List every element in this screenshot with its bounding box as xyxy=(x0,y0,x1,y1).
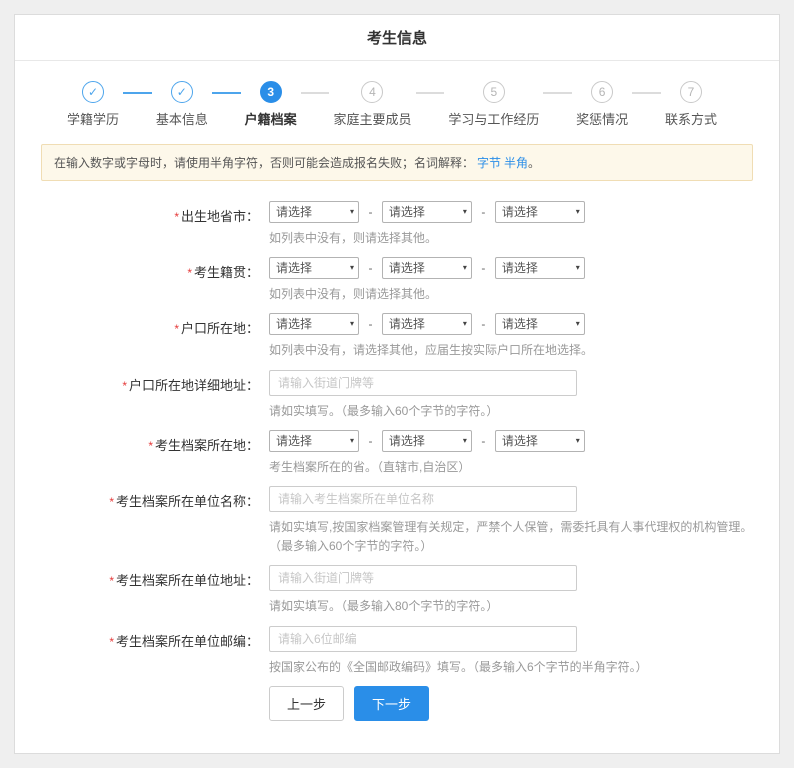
native-city-select[interactable]: 请选择 xyxy=(382,257,472,279)
step-label: 家庭主要成员 xyxy=(333,109,411,128)
candidate-info-card: 考生信息 ✓ 学籍学历 ✓ 基本信息 3 户籍档案 4 家庭主要成员 5 学习与… xyxy=(14,14,780,754)
field-label: *户口所在地： xyxy=(15,313,259,360)
required-asterisk: * xyxy=(122,379,127,393)
byte-term-link[interactable]: 字节 xyxy=(477,156,501,170)
select-separator: - xyxy=(368,434,372,448)
required-asterisk: * xyxy=(109,574,114,588)
select-separator: - xyxy=(481,205,485,219)
step-label: 联系方式 xyxy=(665,109,717,128)
form-row-native-place: *考生籍贯： 请选择▾ - 请选择▾ - 请选择▾ 如列表中没有，则请选择其他。 xyxy=(15,257,779,304)
step-check-icon: ✓ xyxy=(171,81,193,103)
field-label: *考生籍贯： xyxy=(15,257,259,304)
step-label: 奖惩情况 xyxy=(576,109,628,128)
archive-unit-name-input[interactable] xyxy=(269,486,577,512)
select-separator: - xyxy=(481,317,485,331)
notice-text: 在输入数字或字母时，请使用半角字符，否则可能会造成报名失败；名词解释： xyxy=(54,156,474,170)
required-asterisk: * xyxy=(187,266,192,280)
page-title: 考生信息 xyxy=(15,15,779,61)
birthplace-city-select[interactable]: 请选择 xyxy=(382,201,472,223)
step-label: 基本信息 xyxy=(156,109,208,128)
step-connector xyxy=(123,92,152,94)
field-label: *考生档案所在单位名称： xyxy=(15,486,259,556)
select-separator: - xyxy=(481,261,485,275)
birthplace-district-select[interactable]: 请选择 xyxy=(495,201,585,223)
form-row-archive-unit-zipcode: *考生档案所在单位邮编： 按国家公布的《全国邮政编码》填写。（最多输入6个字节的… xyxy=(15,626,779,677)
step-label: 学习与工作经历 xyxy=(448,109,539,128)
step-label: 户籍档案 xyxy=(245,109,297,128)
form-row-archive-location: *考生档案所在地： 请选择▾ - 请选择▾ - 请选择▾ 考生档案所在的省。（直… xyxy=(15,430,779,477)
step-rewards[interactable]: 6 奖惩情况 xyxy=(576,81,628,128)
step-family-members[interactable]: 4 家庭主要成员 xyxy=(333,81,411,128)
select-separator: - xyxy=(368,205,372,219)
native-district-select[interactable]: 请选择 xyxy=(495,257,585,279)
field-hint: 请如实填写,按国家档案管理有关规定，严禁个人保管，需委托具有人事代理权的机构管理… xyxy=(269,518,761,556)
field-hint: 请如实填写。（最多输入60个字节的字符。） xyxy=(269,402,761,421)
field-label: *考生档案所在地： xyxy=(15,430,259,477)
step-connector xyxy=(212,92,241,94)
field-label: *考生档案所在单位地址： xyxy=(15,565,259,616)
select-separator: - xyxy=(481,434,485,448)
required-asterisk: * xyxy=(174,210,179,224)
field-label: *户口所在地详细地址： xyxy=(15,370,259,421)
step-connector xyxy=(543,92,572,94)
step-check-icon: ✓ xyxy=(82,81,104,103)
archive-province-select[interactable]: 请选择 xyxy=(269,430,359,452)
form-row-household-address: *户口所在地详细地址： 请如实填写。（最多输入60个字节的字符。） xyxy=(15,370,779,421)
archive-unit-address-input[interactable] xyxy=(269,565,577,591)
step-connector xyxy=(632,92,661,94)
archive-city-select[interactable]: 请选择 xyxy=(382,430,472,452)
field-hint: 如列表中没有，则请选择其他。 xyxy=(269,285,761,304)
required-asterisk: * xyxy=(109,635,114,649)
household-archive-form: *出生地省市： 请选择▾ - 请选择▾ - 请选择▾ 如列表中没有，则请选择其他… xyxy=(15,197,779,735)
form-row-archive-unit-name: *考生档案所在单位名称： 请如实填写,按国家档案管理有关规定，严禁个人保管，需委… xyxy=(15,486,779,556)
step-household-archive[interactable]: 3 户籍档案 xyxy=(245,81,297,128)
notice-bar: 在输入数字或字母时，请使用半角字符，否则可能会造成报名失败；名词解释：字节半角。 xyxy=(41,144,753,181)
step-connector xyxy=(301,92,330,94)
select-separator: - xyxy=(368,317,372,331)
household-district-select[interactable]: 请选择 xyxy=(495,313,585,335)
field-hint: 请如实填写。（最多输入80个字节的字符。） xyxy=(269,597,761,616)
required-asterisk: * xyxy=(109,495,114,509)
halfwidth-term-link[interactable]: 半角 xyxy=(504,156,528,170)
archive-district-select[interactable]: 请选择 xyxy=(495,430,585,452)
field-hint: 考生档案所在的省。（直辖市,自治区） xyxy=(269,458,761,477)
required-asterisk: * xyxy=(148,439,153,453)
step-contact[interactable]: 7 联系方式 xyxy=(665,81,717,128)
field-hint: 如列表中没有，请选择其他，应届生按实际户口所在地选择。 xyxy=(269,341,761,360)
next-step-button[interactable]: 下一步 xyxy=(354,686,429,721)
step-number: 5 xyxy=(483,81,505,103)
step-label: 学籍学历 xyxy=(67,109,119,128)
step-basic-info[interactable]: ✓ 基本信息 xyxy=(156,81,208,128)
step-school-record[interactable]: ✓ 学籍学历 xyxy=(67,81,119,128)
form-row-birthplace: *出生地省市： 请选择▾ - 请选择▾ - 请选择▾ 如列表中没有，则请选择其他… xyxy=(15,201,779,248)
field-hint: 按国家公布的《全国邮政编码》填写。（最多输入6个字节的半角字符。） xyxy=(269,658,761,677)
step-number: 7 xyxy=(680,81,702,103)
previous-step-button[interactable]: 上一步 xyxy=(269,686,344,721)
step-indicator: ✓ 学籍学历 ✓ 基本信息 3 户籍档案 4 家庭主要成员 5 学习与工作经历 … xyxy=(15,61,779,128)
step-number: 4 xyxy=(361,81,383,103)
native-province-select[interactable]: 请选择 xyxy=(269,257,359,279)
required-asterisk: * xyxy=(174,322,179,336)
step-number: 6 xyxy=(591,81,613,103)
field-label: *出生地省市： xyxy=(15,201,259,248)
form-row-archive-unit-address: *考生档案所在单位地址： 请如实填写。（最多输入80个字节的字符。） xyxy=(15,565,779,616)
step-connector xyxy=(416,92,445,94)
form-row-household-location: *户口所在地： 请选择▾ - 请选择▾ - 请选择▾ 如列表中没有，请选择其他，… xyxy=(15,313,779,360)
field-label: *考生档案所在单位邮编： xyxy=(15,626,259,677)
archive-unit-zipcode-input[interactable] xyxy=(269,626,577,652)
field-hint: 如列表中没有，则请选择其他。 xyxy=(269,229,761,248)
form-actions: 上一步 下一步 xyxy=(269,686,779,735)
step-study-work[interactable]: 5 学习与工作经历 xyxy=(448,81,539,128)
household-address-input[interactable] xyxy=(269,370,577,396)
household-city-select[interactable]: 请选择 xyxy=(382,313,472,335)
select-separator: - xyxy=(368,261,372,275)
notice-suffix: 。 xyxy=(528,156,540,170)
step-number: 3 xyxy=(260,81,282,103)
household-province-select[interactable]: 请选择 xyxy=(269,313,359,335)
birthplace-province-select[interactable]: 请选择 xyxy=(269,201,359,223)
